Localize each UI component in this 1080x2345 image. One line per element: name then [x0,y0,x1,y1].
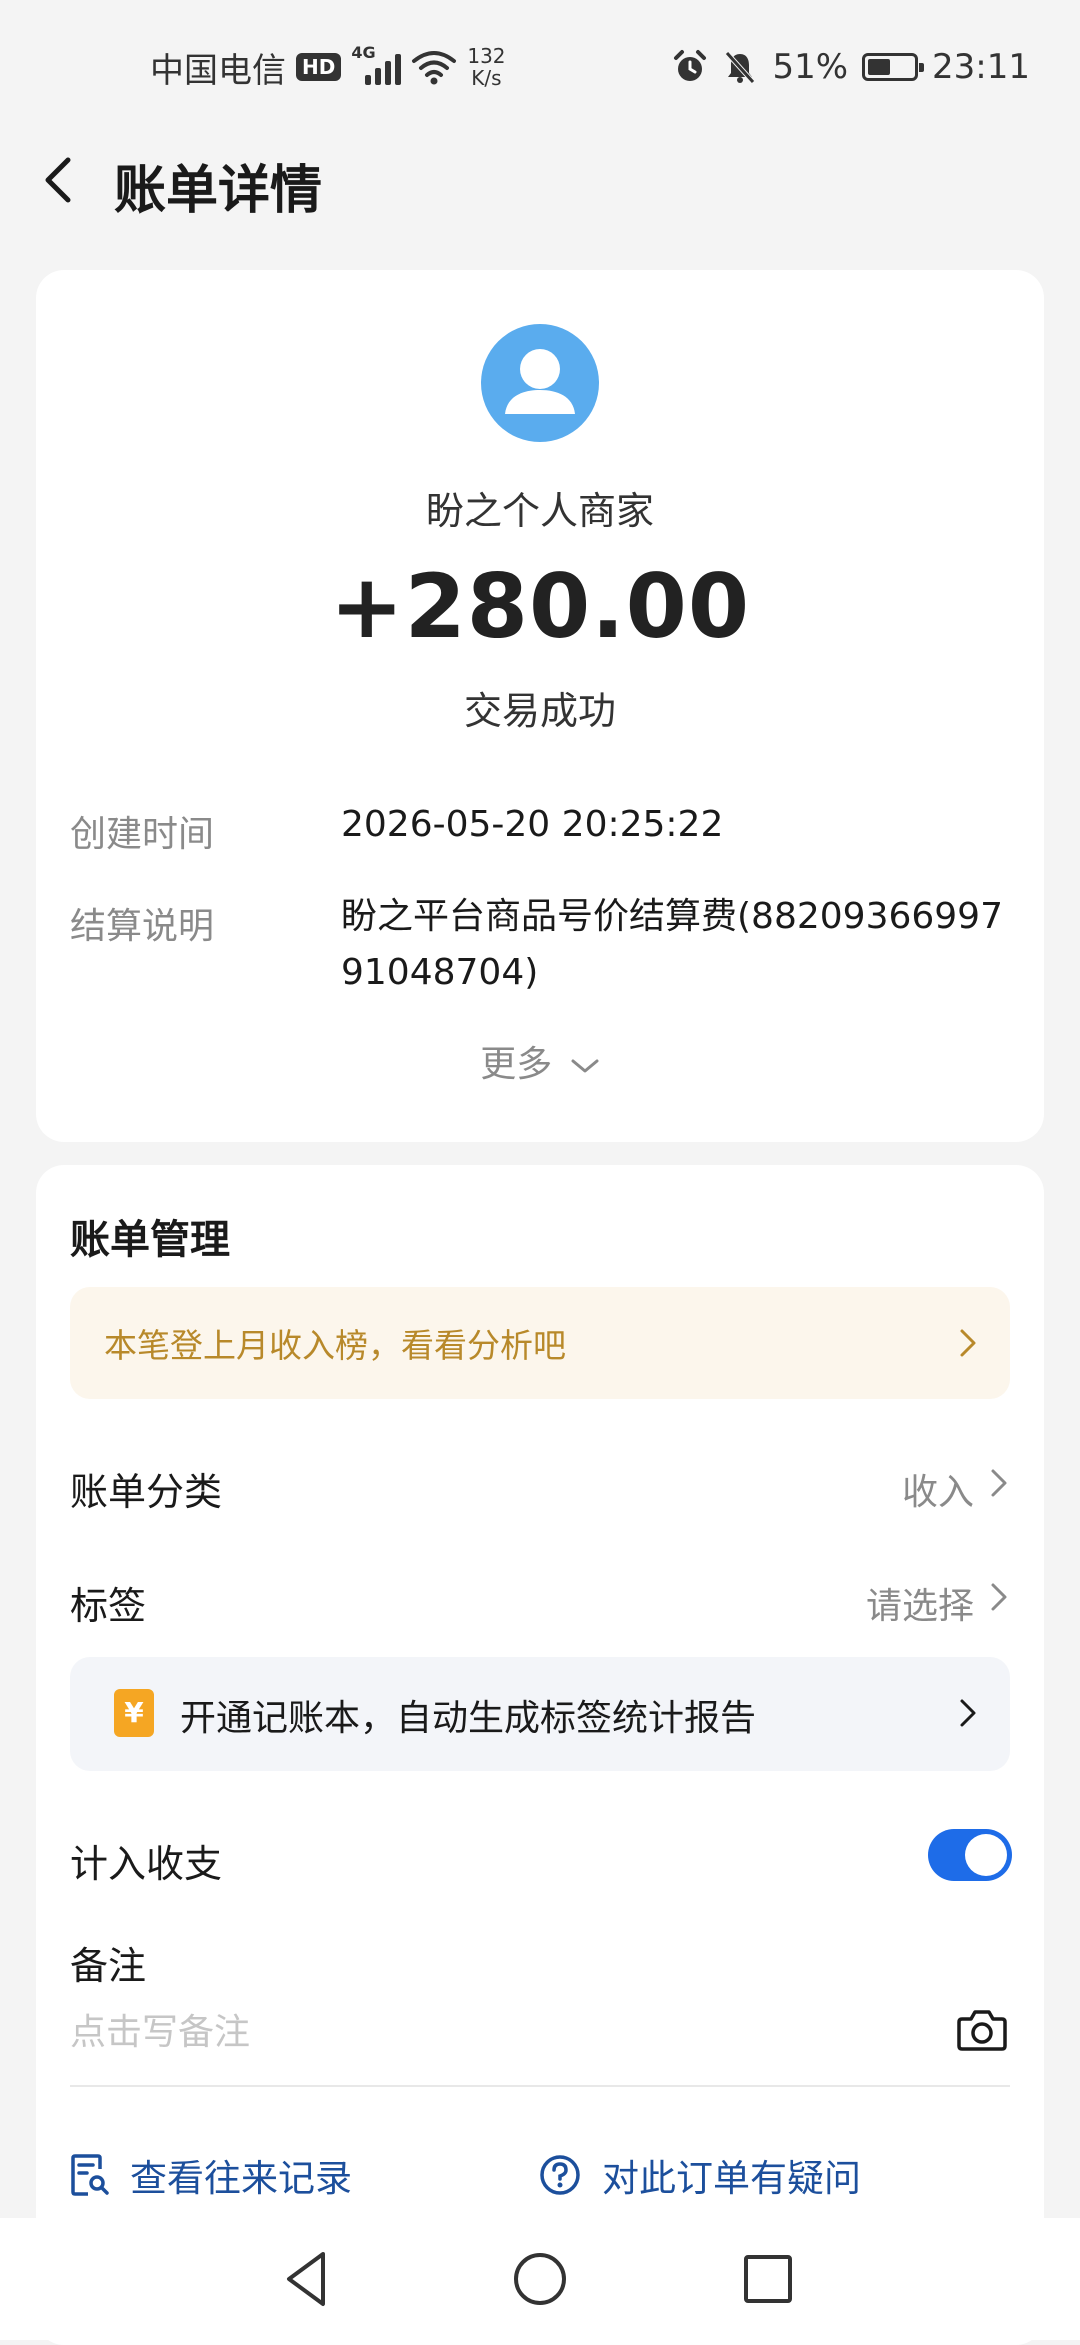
chevron-right-icon [991,1469,1007,1497]
user-icon [505,349,575,414]
status-bar: 中国电信 HD 4G 132 K/s 51% 23:11 [0,0,1080,130]
include-in-stats-toggle[interactable] [928,1829,1012,1881]
battery-icon [862,53,925,81]
order-question-link[interactable]: 对此订单有疑问 [538,2145,861,2205]
app-header: 账单详情 [0,130,1080,230]
yen-icon: ¥ [114,1689,154,1737]
hd-badge: HD [296,53,342,81]
divider [70,2085,1010,2087]
chevron-down-icon [571,1059,599,1073]
order-question-label: 对此订单有疑问 [602,2157,861,2200]
chevron-right-icon [960,1699,976,1727]
tag-value: 请选择 [865,1586,974,1627]
network-type: 4G [351,43,376,62]
back-arrow-icon[interactable] [34,152,90,208]
speed-value: 132 [467,44,506,68]
page-title: 账单详情 [114,161,323,221]
signal-icon: 4G [351,43,402,85]
status-right: 51% 23:11 [672,38,1030,96]
merchant-avatar [481,324,599,442]
transaction-amount: +280.00 [329,555,751,658]
question-circle-icon [540,2155,580,2195]
network-speed: 132 K/s [467,45,505,89]
bell-mute-icon [725,51,756,84]
remark-label: 备注 [70,1944,147,1988]
alarm-icon [674,50,707,81]
view-history-link[interactable]: 查看往来记录 [70,2145,352,2205]
wifi-icon [412,51,457,85]
carrier-name: 中国电信 [150,50,286,91]
chevron-right-icon [960,1329,976,1357]
settlement-label: 结算说明 [70,906,215,947]
chevron-right-icon [991,1583,1007,1611]
view-history-label: 查看往来记录 [130,2157,352,2200]
category-label: 账单分类 [70,1470,223,1514]
transaction-summary-card: 盼之个人商家 +280.00 交易成功 创建时间 2026-05-20 20:2… [36,270,1044,1142]
remark-input[interactable]: 点击写备注 [70,2003,250,2055]
clock: 23:11 [932,47,1030,87]
battery-percent: 51% [772,47,849,87]
tag-label: 标签 [70,1584,147,1628]
speed-unit: K/s [471,66,502,90]
merchant-name: 盼之个人商家 [425,489,654,533]
category-value: 收入 [901,1472,974,1513]
bill-management-card: 账单管理 本笔登上月收入榜，看看分析吧 账单分类 收入 标签 请选择 ¥ 开通记… [36,1165,1044,2345]
transaction-status: 交易成功 [463,689,616,733]
notebook-text: 开通记账本，自动生成标签统计报告 [180,1698,757,1739]
nav-recents-icon[interactable] [735,2246,801,2312]
camera-icon[interactable] [956,2005,1008,2053]
income-rank-banner[interactable]: 本笔登上月收入榜，看看分析吧 [70,1287,1010,1399]
include-in-stats-label: 计入收支 [70,1842,223,1886]
created-time-value: 2026-05-20 20:25:22 [341,804,724,845]
toggle-knob [965,1834,1007,1876]
notebook-banner[interactable]: ¥ 开通记账本，自动生成标签统计报告 [70,1657,1010,1771]
income-rank-text: 本笔登上月收入榜，看看分析吧 [104,1326,566,1365]
more-button[interactable]: 更多 [36,1035,1044,1087]
battery-level-fill [868,59,891,75]
record-search-icon [71,2154,109,2196]
section-title: 账单管理 [70,1217,230,1263]
settlement-value: 盼之平台商品号价结算费(8820936699791048704) [341,896,1003,993]
status-left: 中国电信 HD 4G 132 K/s [150,38,506,96]
created-time-label: 创建时间 [70,814,215,855]
more-label: 更多 [480,1044,553,1085]
nav-back-icon[interactable] [275,2246,341,2312]
nav-home-icon[interactable] [507,2246,573,2312]
system-nav-bar [0,2218,1080,2340]
